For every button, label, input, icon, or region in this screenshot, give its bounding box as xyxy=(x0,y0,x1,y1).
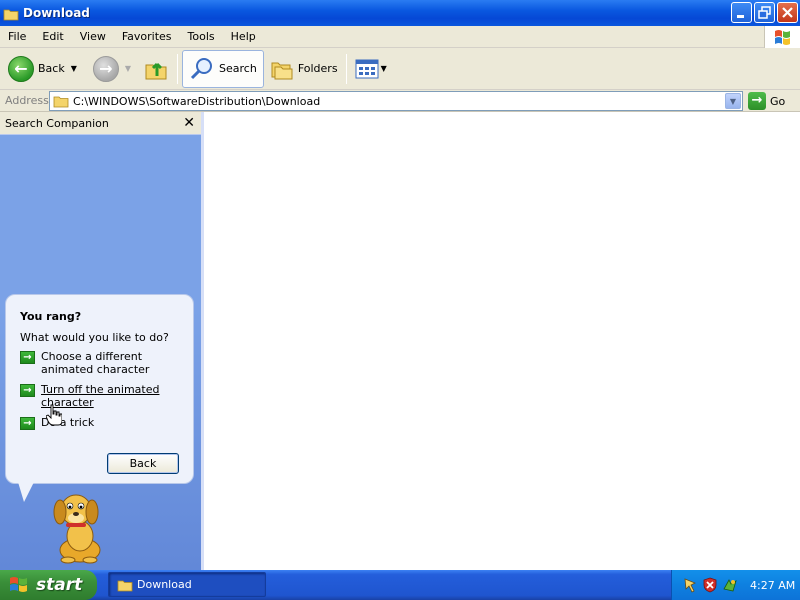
folder-content-area[interactable] xyxy=(204,112,800,570)
taskbar: start Download 4:27 AM xyxy=(0,570,800,600)
go-button[interactable]: → Go xyxy=(748,91,785,111)
network-icon[interactable] xyxy=(722,577,738,593)
forward-arrow-icon: → xyxy=(92,55,119,82)
address-label: Address xyxy=(5,94,49,107)
search-button[interactable]: Search xyxy=(182,49,264,88)
system-tray: 4:27 AM xyxy=(671,570,800,600)
address-input[interactable]: C:\WINDOWS\SoftwareDistribution\Download… xyxy=(49,91,743,111)
option-change-character[interactable]: → Choose a different animated character xyxy=(20,350,190,376)
forward-button[interactable]: → ▼ xyxy=(89,51,135,87)
start-label: start xyxy=(36,575,83,595)
folder-icon xyxy=(53,96,69,108)
windows-logo-icon xyxy=(764,26,800,48)
folders-icon xyxy=(271,62,293,79)
title-bar: Download xyxy=(0,0,800,26)
folders-label: Folders xyxy=(297,62,338,75)
hand-cursor-icon xyxy=(45,404,63,426)
menu-view[interactable]: View xyxy=(72,26,114,48)
search-companion-title: Search Companion xyxy=(5,116,109,130)
views-button[interactable]: ▼ xyxy=(351,51,391,87)
close-icon[interactable] xyxy=(777,2,798,23)
balloon-title: You rang? xyxy=(20,310,82,323)
start-button[interactable]: start xyxy=(0,570,97,600)
go-label: Go xyxy=(770,94,786,108)
green-arrow-icon: → xyxy=(20,351,35,364)
up-folder-icon xyxy=(145,62,167,79)
forward-dropdown-icon[interactable]: ▼ xyxy=(125,64,131,73)
windows-logo-icon xyxy=(10,577,27,592)
taskbar-item-download[interactable]: Download xyxy=(108,572,266,597)
search-icon xyxy=(190,57,213,79)
menu-tools[interactable]: Tools xyxy=(180,26,223,48)
address-value: C:\WINDOWS\SoftwareDistribution\Download xyxy=(73,94,321,108)
minimize-icon[interactable] xyxy=(731,2,752,23)
rover-dog-character[interactable] xyxy=(50,492,110,564)
folders-button[interactable]: Folders xyxy=(266,51,342,87)
search-label: Search xyxy=(219,62,257,75)
search-companion-header: Search Companion ✕ xyxy=(0,112,201,135)
folder-icon xyxy=(3,7,19,21)
address-bar: Address C:\WINDOWS\SoftwareDistribution\… xyxy=(0,90,800,112)
menu-edit[interactable]: Edit xyxy=(34,26,71,48)
balloon-question: What would you like to do? xyxy=(20,331,169,344)
balloon-back-button[interactable]: Back xyxy=(107,453,179,474)
option-label: Choose a different animated character xyxy=(41,350,150,376)
menu-bar: File Edit View Favorites Tools Help xyxy=(0,26,800,48)
back-label: Back xyxy=(38,62,65,75)
menu-help[interactable]: Help xyxy=(223,26,264,48)
toolbar: ← Back ▼ → ▼ Search Folders ▼ xyxy=(0,48,800,90)
balloon-tail xyxy=(18,482,34,502)
back-arrow-icon: ← xyxy=(8,55,34,82)
option-label: Turn off the animated character xyxy=(41,383,160,409)
back-button[interactable]: ← Back ▼ xyxy=(4,51,81,87)
green-arrow-icon: → xyxy=(20,384,35,397)
close-icon[interactable]: ✕ xyxy=(183,114,195,132)
green-arrow-icon: → xyxy=(20,417,35,430)
back-dropdown-icon[interactable]: ▼ xyxy=(71,64,77,73)
toolbar-separator xyxy=(177,53,179,84)
views-icon xyxy=(355,59,379,78)
menu-file[interactable]: File xyxy=(0,26,34,48)
toolbar-separator xyxy=(345,53,347,84)
restore-icon[interactable] xyxy=(754,2,775,23)
taskbar-item-label: Download xyxy=(137,578,192,591)
tray-app-icon[interactable] xyxy=(682,577,698,593)
go-arrow-icon: → xyxy=(748,92,766,110)
menu-favorites[interactable]: Favorites xyxy=(114,26,180,48)
security-alert-icon[interactable] xyxy=(702,577,718,593)
views-dropdown-icon[interactable]: ▼ xyxy=(381,64,387,73)
up-folder-button[interactable] xyxy=(139,51,173,87)
assistant-balloon: You rang? What would you like to do? → C… xyxy=(5,294,194,484)
window-title: Download xyxy=(23,6,90,20)
address-dropdown-icon[interactable]: ▼ xyxy=(725,93,741,109)
folder-icon xyxy=(117,580,133,591)
clock: 4:27 AM xyxy=(750,578,796,592)
